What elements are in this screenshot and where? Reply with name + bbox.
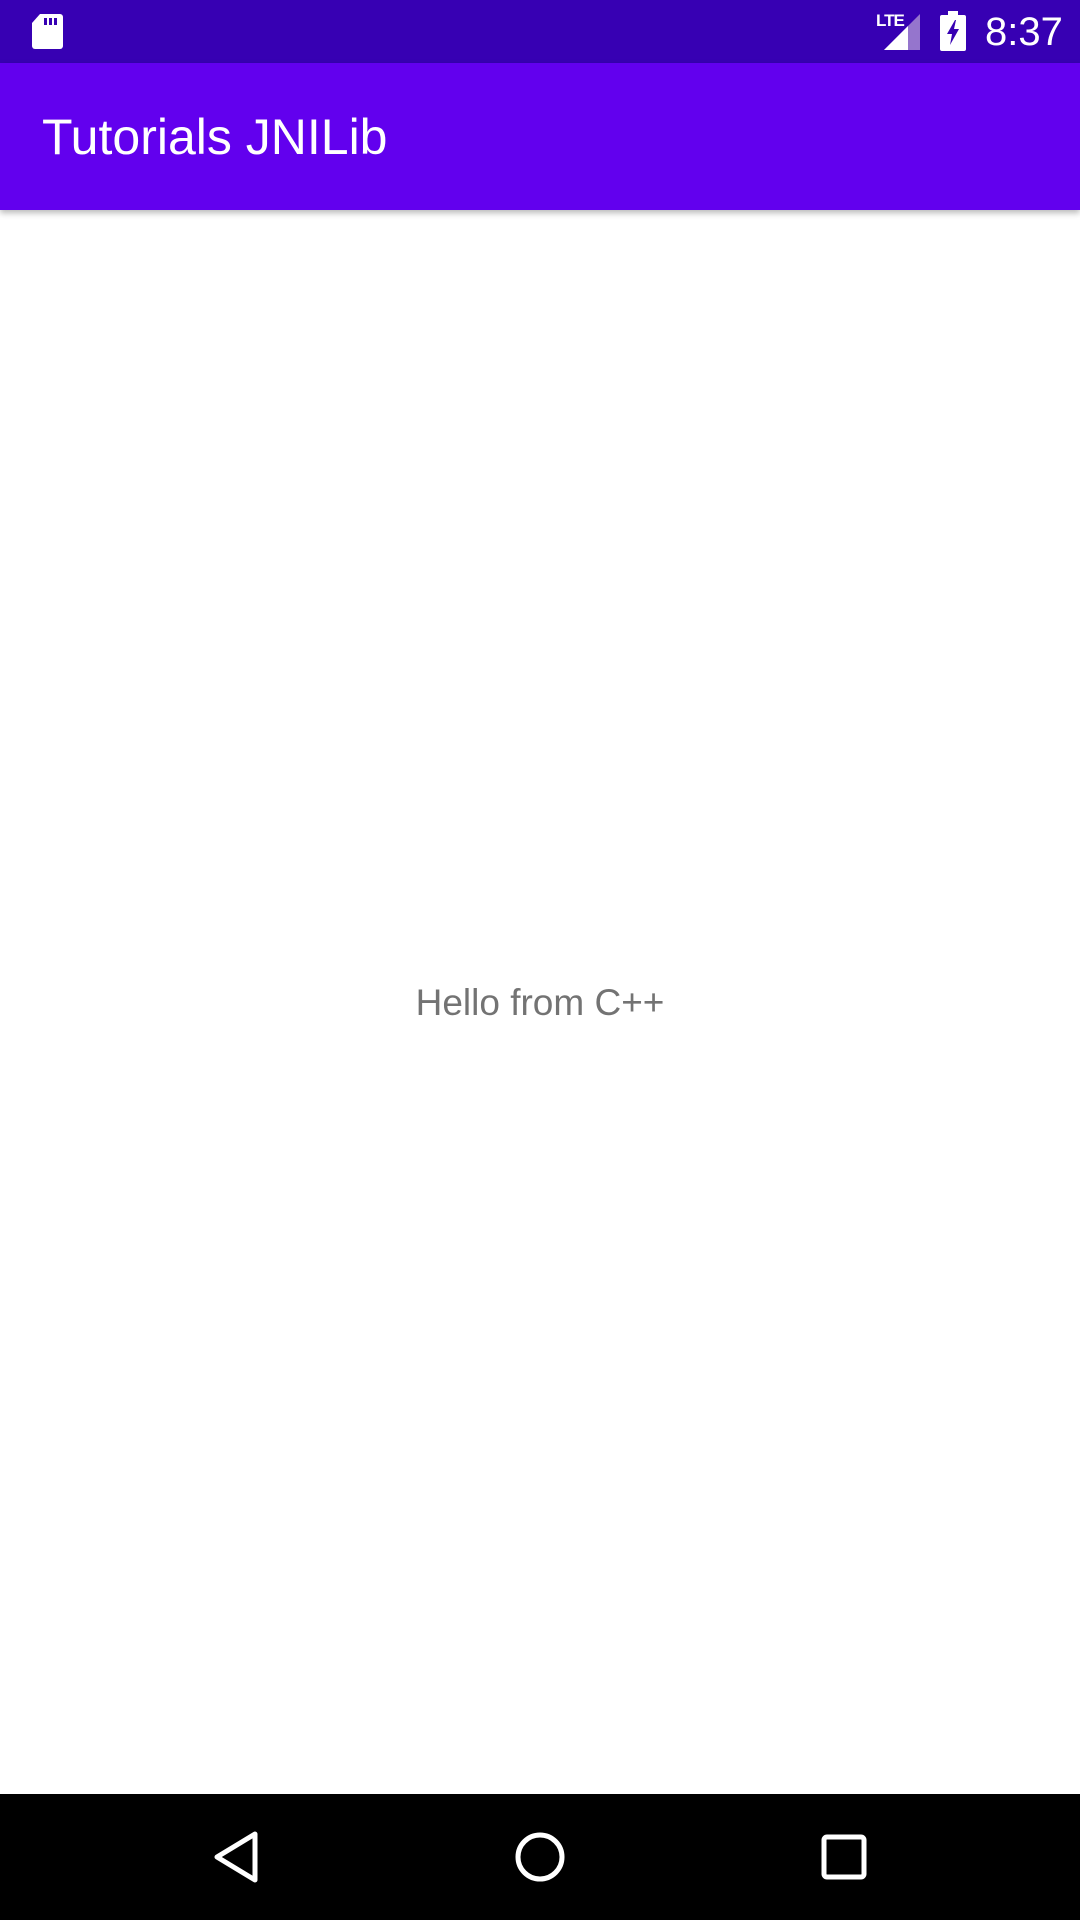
screen: LTE 8:37 Tutorials JNILib Hello from C++	[0, 0, 1080, 1920]
back-triangle-icon	[214, 1831, 258, 1883]
app-bar: Tutorials JNILib	[0, 63, 1080, 210]
back-button[interactable]	[176, 1794, 296, 1920]
status-bar: LTE 8:37	[0, 0, 1080, 63]
cell-signal-icon	[884, 14, 920, 50]
main-content: Hello from C++	[0, 210, 1080, 1794]
home-circle-icon	[515, 1832, 565, 1882]
battery-charging-icon	[940, 11, 966, 51]
hello-message: Hello from C++	[415, 982, 665, 1023]
home-button[interactable]	[480, 1794, 600, 1920]
sd-card-icon	[32, 14, 63, 49]
recents-button[interactable]	[784, 1794, 904, 1920]
app-title: Tutorials JNILib	[42, 109, 388, 165]
recents-square-icon	[821, 1834, 867, 1880]
status-clock: 8:37	[985, 10, 1063, 54]
navigation-bar	[0, 1794, 1080, 1920]
